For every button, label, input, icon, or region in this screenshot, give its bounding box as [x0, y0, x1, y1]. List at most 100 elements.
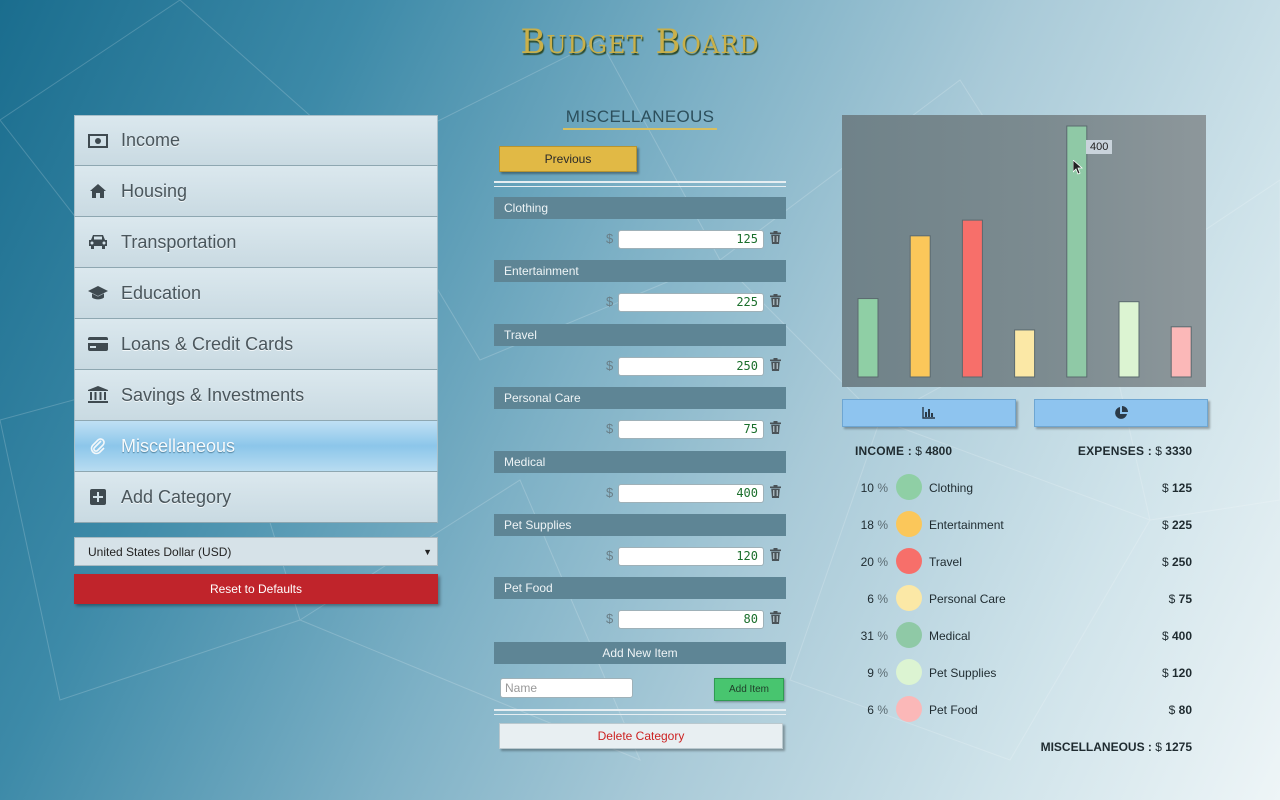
car-icon — [75, 234, 121, 250]
legend-name: Entertainment — [929, 518, 1004, 532]
trash-icon[interactable] — [770, 294, 784, 310]
currency-symbol: $ — [606, 294, 614, 310]
sidebar-item-label: Miscellaneous — [121, 435, 236, 456]
chart-svg — [857, 125, 1192, 378]
sidebar-item-housing[interactable]: Housing — [74, 166, 438, 217]
legend-color-dot — [896, 548, 922, 574]
legend-color-dot — [896, 585, 922, 611]
category-title: MISCELLANEOUS — [494, 107, 786, 130]
currency-symbol: $ — [606, 357, 614, 373]
trash-icon[interactable] — [770, 484, 784, 501]
legend-value: $ 75 — [1168, 592, 1192, 606]
chart-bar[interactable] — [961, 219, 983, 378]
item-amount-input[interactable]: 125 — [618, 230, 764, 249]
sidebar-item-label: Income — [121, 130, 181, 150]
chart-bar[interactable] — [909, 235, 931, 378]
legend-percent: 6 % — [867, 703, 888, 717]
legend-row: 10 % Clothing $ 125 — [842, 474, 1206, 504]
item-amount-input[interactable]: 400 — [618, 483, 764, 503]
divider — [494, 181, 786, 187]
add-new-item-header: Add New Item — [494, 642, 786, 664]
legend-value: $ 125 — [1161, 481, 1192, 495]
bar-chart — [842, 115, 1206, 387]
currency-symbol: $ — [606, 421, 614, 437]
legend-row: 6 % Pet Food $ 80 — [842, 696, 1206, 726]
sidebar-item-miscellaneous[interactable]: Miscellaneous — [74, 421, 438, 472]
sidebar-item-loans-credit-cards[interactable]: Loans & Credit Cards — [74, 319, 438, 370]
trash-icon[interactable] — [770, 548, 784, 564]
currency-symbol: $ — [606, 484, 614, 500]
credit-card-icon — [75, 336, 121, 352]
chart-bar[interactable] — [857, 298, 879, 378]
legend-value: $ 225 — [1161, 518, 1192, 532]
sidebar-item-income[interactable]: Income — [74, 115, 438, 166]
trash-icon[interactable] — [770, 231, 784, 247]
home-icon — [75, 183, 121, 199]
item-amount-input[interactable]: 225 — [618, 293, 764, 313]
mouse-cursor-icon — [1073, 160, 1083, 175]
bank-icon — [75, 386, 121, 404]
trash-icon[interactable] — [770, 611, 784, 627]
plus-square-icon — [75, 489, 121, 505]
legend-value: $ 400 — [1161, 629, 1192, 643]
app-title: Budget Board — [520, 22, 760, 62]
currency-symbol: $ — [606, 548, 614, 563]
graduation-cap-icon — [75, 285, 121, 301]
legend-color-dot — [896, 622, 922, 648]
legend-percent: 31 % — [860, 629, 888, 643]
legend-name: Travel — [929, 555, 962, 569]
legend-row: 18 % Entertainment $ 225 — [842, 511, 1206, 541]
trash-icon[interactable] — [770, 357, 784, 374]
item-amount-input[interactable]: 120 — [618, 547, 764, 566]
sidebar-item-label: Loans & Credit Cards — [121, 333, 294, 354]
delete-category-button[interactable]: Delete Category — [499, 723, 783, 749]
add-item-button[interactable]: Add Item — [714, 678, 784, 701]
trash-icon[interactable] — [770, 421, 784, 437]
currency-symbol: $ — [606, 611, 614, 627]
previous-button[interactable]: Previous — [499, 146, 637, 172]
reset-defaults-button[interactable]: Reset to Defaults — [74, 574, 438, 604]
sidebar-item-savings-investments[interactable]: Savings & Investments — [74, 370, 438, 421]
legend-name: Personal Care — [929, 592, 1006, 606]
sidebar-item-add-category[interactable]: Add Category — [74, 472, 438, 523]
legend-percent: 9 % — [867, 666, 888, 680]
legend-percent: 6 % — [867, 592, 888, 606]
sidebar-item-education[interactable]: Education — [74, 268, 438, 319]
legend-row: 20 % Travel $ 250 — [842, 548, 1206, 578]
legend-color-dot — [896, 659, 922, 685]
sidebar-item-label: Add Category — [121, 486, 232, 507]
pie-chart-button[interactable] — [1034, 399, 1208, 427]
expenses-summary: EXPENSES : $ 3330 — [1077, 444, 1192, 458]
currency-select-value: United States Dollar (USD) — [88, 544, 232, 559]
item-name-header: Medical — [494, 450, 786, 473]
money-icon — [75, 133, 121, 148]
legend-color-dot — [896, 474, 922, 500]
item-amount-input[interactable]: 250 — [618, 356, 764, 376]
chart-tooltip: 400 — [1086, 140, 1113, 154]
legend-value: $ 80 — [1168, 703, 1192, 717]
item-name-header: Clothing — [494, 197, 786, 219]
bar-chart-button[interactable] — [842, 399, 1016, 427]
legend-percent: 10 % — [860, 481, 888, 495]
legend-percent: 20 % — [860, 555, 888, 569]
item-amount-input[interactable]: 75 — [618, 420, 764, 440]
legend-color-dot — [896, 511, 922, 537]
legend-name: Medical — [929, 629, 971, 643]
income-summary: INCOME : $ 4800 — [855, 444, 953, 458]
item-amount-input[interactable]: 80 — [618, 610, 764, 630]
chart-bar[interactable] — [1118, 301, 1140, 378]
caret-down-icon: ▼ — [423, 546, 432, 557]
sidebar-item-label: Savings & Investments — [121, 384, 305, 405]
currency-select[interactable]: United States Dollar (USD) ▼ — [74, 537, 438, 566]
legend-value: $ 250 — [1161, 555, 1192, 569]
legend-name: Pet Supplies — [929, 666, 997, 680]
sidebar: Income Housing Transportation Education Loan… — [74, 115, 438, 523]
sidebar-item-transportation[interactable]: Transportation — [74, 217, 438, 268]
bar-chart-icon — [922, 407, 935, 419]
new-item-name-input[interactable]: Name — [500, 678, 633, 698]
legend-percent: 18 % — [860, 518, 888, 532]
legend-color-dot — [896, 696, 922, 722]
item-name-header: Pet Food — [494, 577, 786, 600]
chart-bar[interactable] — [1170, 326, 1192, 378]
chart-bar[interactable] — [1014, 329, 1036, 378]
